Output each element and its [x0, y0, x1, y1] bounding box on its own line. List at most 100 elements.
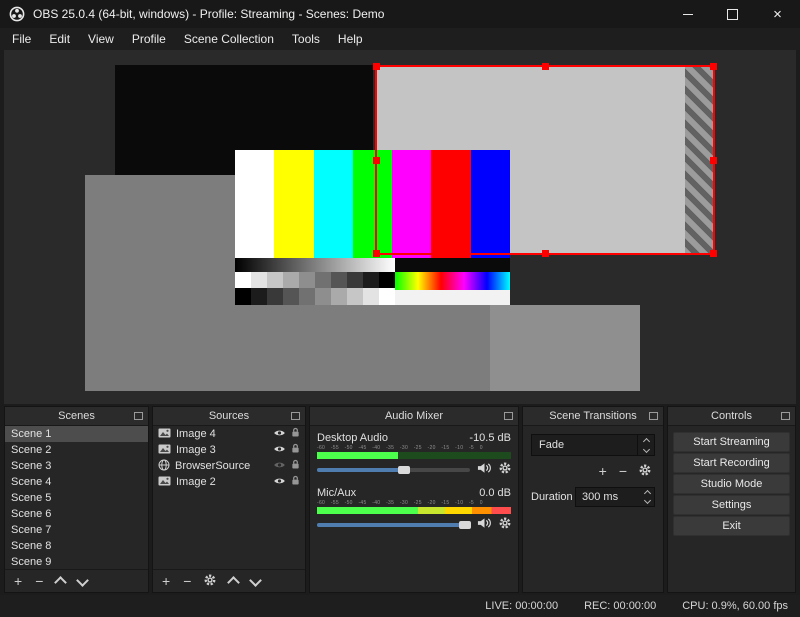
volume-slider[interactable] [317, 462, 470, 478]
meter-scale-ticks: -60 -55 -50 -45 -40 -35 -30 -25 -20 -15 … [317, 500, 483, 506]
remove-transition-button[interactable]: − [619, 464, 627, 478]
grayscale-steps-strip [235, 288, 395, 305]
move-scene-up-button[interactable] [54, 576, 68, 589]
sources-toolbar: + − [153, 569, 305, 592]
add-scene-button[interactable]: + [14, 574, 22, 588]
source-list-item[interactable]: Image 2 [153, 474, 305, 490]
volume-slider-handle[interactable] [459, 521, 472, 529]
lock-icon[interactable] [291, 459, 300, 473]
speaker-mute-icon[interactable] [477, 516, 492, 534]
start-streaming-button[interactable]: Start Streaming [673, 432, 790, 452]
transitions-dock-header: Scene Transitions [523, 407, 663, 426]
scene-list: Scene 1 Scene 2 Scene 3 Scene 4 Scene 5 … [5, 426, 148, 569]
dock-float-icon [291, 412, 300, 420]
scene-list-item[interactable]: Scene 3 [5, 458, 148, 474]
channel-name: Mic/Aux [317, 487, 357, 499]
channel-settings-gear-icon[interactable] [499, 461, 511, 479]
selection-handle-w[interactable] [373, 157, 380, 164]
lock-icon[interactable] [291, 443, 300, 457]
selection-handle-n[interactable] [542, 63, 549, 70]
source-list-item[interactable]: Image 4 [153, 426, 305, 442]
scene-list-item[interactable]: Scene 8 [5, 538, 148, 554]
visibility-eye-icon-hidden[interactable] [273, 460, 286, 472]
minimize-button[interactable] [665, 0, 710, 28]
channel-name: Desktop Audio [317, 432, 388, 444]
move-source-up-button[interactable] [227, 576, 241, 589]
selection-handle-se[interactable] [710, 250, 717, 257]
sources-dock-title: Sources [208, 410, 250, 422]
scene-list-item[interactable]: Scene 6 [5, 506, 148, 522]
selection-handle-s[interactable] [542, 250, 549, 257]
sources-dock: Sources Image 4 Image 3 BrowserSource Im… [152, 406, 306, 593]
selection-outline[interactable] [373, 63, 717, 257]
visibility-eye-icon[interactable] [273, 428, 286, 440]
audio-mixer-dock-header: Audio Mixer [310, 407, 518, 426]
move-source-down-button[interactable] [249, 573, 263, 587]
source-properties-gear-icon[interactable] [204, 573, 216, 589]
exit-button[interactable]: Exit [673, 516, 790, 536]
duration-spinbox[interactable]: 300 ms [575, 487, 655, 507]
minimize-icon [682, 13, 693, 15]
scene-list-item[interactable]: Scene 4 [5, 474, 148, 490]
scenes-dock-title: Scenes [58, 410, 95, 422]
lock-icon[interactable] [291, 475, 300, 489]
remove-source-button[interactable]: − [183, 574, 191, 588]
scene-list-item[interactable]: Scene 7 [5, 522, 148, 538]
volume-slider-handle[interactable] [398, 466, 411, 474]
transition-properties-gear-icon[interactable] [639, 463, 651, 479]
dark-strip [395, 258, 510, 272]
dock-float-icon [504, 412, 513, 420]
meter-scale-ticks: -60 -55 -50 -45 -40 -35 -30 -25 -20 -15 … [317, 445, 483, 451]
scene-list-item[interactable]: Scene 5 [5, 490, 148, 506]
remove-scene-button[interactable]: − [35, 574, 43, 588]
scene-list-item[interactable]: Scene 2 [5, 442, 148, 458]
color-bar [235, 150, 275, 258]
settings-button[interactable]: Settings [673, 495, 790, 515]
spinbox-arrows-icon[interactable] [640, 489, 654, 505]
volume-meter [317, 507, 511, 514]
selection-handle-sw[interactable] [373, 250, 380, 257]
scenes-toolbar: + − [5, 569, 148, 592]
menu-help[interactable]: Help [329, 28, 372, 50]
selection-handle-nw[interactable] [373, 63, 380, 70]
image-source-icon [158, 476, 171, 489]
visibility-eye-icon[interactable] [273, 444, 286, 456]
menu-scene-collection[interactable]: Scene Collection [175, 28, 283, 50]
add-source-button[interactable]: + [162, 574, 170, 588]
speaker-mute-icon[interactable] [477, 461, 492, 479]
channel-level-db: 0.0 dB [479, 487, 511, 499]
image-source-icon [158, 428, 171, 441]
source-list-item[interactable]: Image 3 [153, 442, 305, 458]
close-button[interactable]: × [755, 0, 800, 28]
scene-list-item[interactable]: Scene 9 [5, 554, 148, 569]
transition-select[interactable]: Fade [531, 434, 655, 456]
dock-float-icon [781, 412, 790, 420]
menu-edit[interactable]: Edit [40, 28, 79, 50]
source-rect-gray-bottom[interactable] [490, 305, 640, 391]
menu-view[interactable]: View [79, 28, 123, 50]
scenes-dock-header: Scenes [5, 407, 148, 426]
studio-mode-button[interactable]: Studio Mode [673, 474, 790, 494]
lock-icon[interactable] [291, 427, 300, 441]
channel-settings-gear-icon[interactable] [499, 516, 511, 534]
obs-window: OBS 25.0.4 (64-bit, windows) - Profile: … [0, 0, 800, 617]
menu-tools[interactable]: Tools [283, 28, 329, 50]
mixer-body: Desktop Audio -10.5 dB -60 -55 -50 -45 -… [310, 426, 518, 592]
image-source-icon [158, 444, 171, 457]
add-transition-button[interactable]: + [599, 464, 607, 478]
visibility-eye-icon[interactable] [273, 476, 286, 488]
selection-handle-e[interactable] [710, 157, 717, 164]
selection-handle-ne[interactable] [710, 63, 717, 70]
move-scene-down-button[interactable] [76, 573, 90, 587]
dock-float-icon [649, 412, 658, 420]
source-list-item[interactable]: BrowserSource [153, 458, 305, 474]
start-recording-button[interactable]: Start Recording [673, 453, 790, 473]
menu-file[interactable]: File [3, 28, 40, 50]
duration-value: 300 ms [582, 491, 619, 503]
controls-body: Start Streaming Start Recording Studio M… [668, 426, 795, 592]
maximize-button[interactable] [710, 0, 755, 28]
hue-gradient-strip [395, 272, 510, 290]
volume-slider[interactable] [317, 517, 472, 533]
menu-profile[interactable]: Profile [123, 28, 175, 50]
scene-list-item[interactable]: Scene 1 [5, 426, 148, 442]
